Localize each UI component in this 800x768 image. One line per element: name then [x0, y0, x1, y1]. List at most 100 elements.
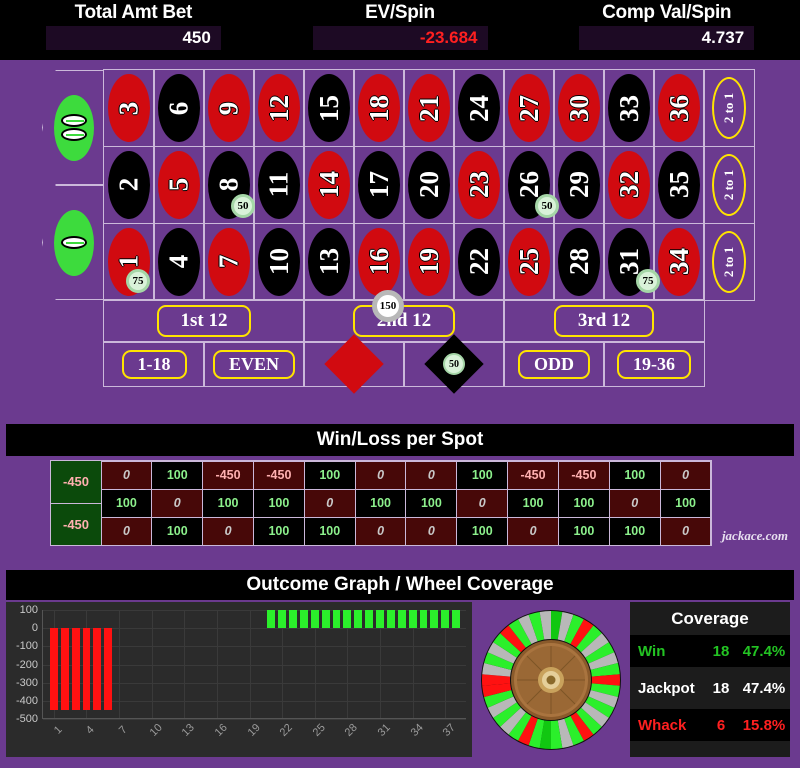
- win-loss-cell-00: -450: [51, 461, 101, 504]
- coverage-table: Coverage Win 18 47.4% Jackpot 18 47.4% W…: [630, 602, 790, 757]
- number-label: 4: [163, 254, 194, 269]
- outcome-graph-panel: Outcome Graph / Wheel Coverage 100 0 -100 -…: [6, 570, 794, 762]
- bet-spot-24[interactable]: 24: [453, 69, 505, 148]
- bet-spot-27[interactable]: 27: [503, 69, 555, 148]
- bet-spot-6[interactable]: 6: [153, 69, 205, 148]
- bet-spot-2nd-12[interactable]: 2nd 12: [303, 299, 505, 343]
- bet-spot-7[interactable]: 7: [203, 222, 255, 301]
- column-bet-label: 2 to 1: [721, 169, 736, 201]
- gridline: [216, 610, 218, 718]
- win-loss-cell: 100: [303, 516, 356, 546]
- number-label: 20: [413, 171, 444, 199]
- zero-glyph-icon: [60, 128, 87, 141]
- coverage-pct: 15.8%: [742, 716, 786, 734]
- bet-spot-00[interactable]: [42, 70, 104, 185]
- chip-75[interactable]: 75: [126, 269, 150, 293]
- bet-spot-20[interactable]: 20: [403, 145, 455, 225]
- bet-spot-12[interactable]: 12: [253, 69, 305, 148]
- number-oval: 30: [558, 74, 600, 143]
- x-axis-tick: 25: [310, 721, 328, 739]
- bet-spot-1st-12[interactable]: 1st 12: [103, 299, 305, 343]
- bet-spot-21[interactable]: 21: [403, 69, 455, 148]
- bet-spot-column-top[interactable]: 2 to 1: [703, 69, 755, 148]
- bet-spot-5[interactable]: 5: [153, 145, 205, 225]
- number-label: 35: [663, 171, 694, 199]
- bet-spot-16[interactable]: 16: [353, 222, 405, 301]
- bet-spot-36[interactable]: 36: [653, 69, 705, 148]
- number-label: 27: [513, 94, 544, 122]
- bet-spot-14[interactable]: 14: [303, 145, 355, 225]
- bet-spot-11[interactable]: 11: [253, 145, 305, 225]
- bet-spot-30[interactable]: 30: [553, 69, 605, 148]
- bet-spot-high[interactable]: 19-36: [603, 341, 705, 387]
- bet-spot-column-middle[interactable]: 2 to 1: [703, 145, 755, 225]
- bet-spot-29[interactable]: 29: [553, 145, 605, 225]
- black-diamond-icon: 50: [424, 334, 484, 394]
- chart-bar: [354, 610, 363, 629]
- watermark: jackace.com: [721, 528, 788, 543]
- chip-50[interactable]: 50: [231, 194, 255, 218]
- bet-spot-33[interactable]: 33: [603, 69, 655, 148]
- chart-bar: [397, 610, 406, 629]
- chart-bar: [300, 610, 308, 629]
- bet-spot-32[interactable]: 32: [603, 145, 655, 225]
- win-loss-cell: 0: [100, 460, 153, 490]
- win-loss-cell: 0: [608, 488, 661, 518]
- bet-spot-red[interactable]: [303, 334, 405, 394]
- y-axis-tick: -500: [15, 713, 38, 725]
- bet-spot-2[interactable]: 2: [103, 145, 155, 225]
- chip-on-black[interactable]: 50: [443, 353, 465, 375]
- number-oval: 36: [658, 74, 700, 143]
- number-oval: 5: [158, 150, 200, 219]
- bet-spot-17[interactable]: 17: [353, 145, 405, 225]
- win-loss-cell: 0: [507, 516, 559, 546]
- bet-spot-19[interactable]: 19: [403, 222, 455, 301]
- gridline: [184, 610, 186, 718]
- even-label: EVEN: [212, 349, 295, 379]
- bet-spot-3rd-12[interactable]: 3rd 12: [503, 299, 705, 343]
- number-oval: 17: [358, 150, 400, 219]
- chip-50[interactable]: 50: [535, 194, 559, 218]
- bet-spot-0[interactable]: [42, 185, 104, 300]
- bet-spot-22[interactable]: 22: [453, 222, 505, 301]
- win-loss-title: Win/Loss per Spot: [6, 424, 794, 456]
- number-label: 14: [313, 171, 344, 199]
- number-oval: 9: [208, 74, 250, 143]
- number-oval: 32: [608, 150, 650, 219]
- bet-spot-10[interactable]: 10: [253, 222, 305, 301]
- coverage-count: 18: [712, 679, 730, 697]
- bet-spot-column-bottom[interactable]: 2 to 1: [703, 222, 755, 301]
- win-loss-cell: 0: [405, 460, 458, 490]
- number-oval: 35: [658, 150, 700, 219]
- bet-spot-3[interactable]: 3: [103, 69, 155, 148]
- bet-spot-28[interactable]: 28: [553, 222, 605, 301]
- chip-150[interactable]: 150: [372, 290, 404, 322]
- number-label: 23: [463, 171, 494, 199]
- bet-spot-even[interactable]: EVEN: [203, 341, 305, 387]
- bet-spot-13[interactable]: 13: [303, 222, 355, 301]
- y-axis-tick: 0: [31, 622, 38, 635]
- bet-spot-18[interactable]: 18: [353, 69, 405, 148]
- bet-spot-15[interactable]: 15: [303, 69, 355, 148]
- bet-spot-23[interactable]: 23: [453, 145, 505, 225]
- bet-spot-34[interactable]: 34: [653, 222, 705, 301]
- bet-spot-low[interactable]: 1-18: [103, 341, 205, 387]
- number-oval: 29: [558, 150, 600, 219]
- chart-bar: [321, 610, 330, 629]
- number-label: 36: [663, 94, 694, 122]
- stat-value: -23.684: [312, 26, 488, 50]
- bet-spot-4[interactable]: 4: [153, 222, 205, 301]
- chart-bar: [60, 628, 69, 710]
- bet-spot-black[interactable]: 50: [403, 334, 505, 394]
- single-zero-oval: [53, 209, 94, 276]
- zero-glyph-icon: [60, 114, 87, 127]
- bet-spot-odd[interactable]: ODD: [503, 341, 605, 387]
- chip-75[interactable]: 75: [636, 269, 660, 293]
- number-label: 11: [263, 172, 294, 198]
- bet-spot-25[interactable]: 25: [503, 222, 555, 301]
- zero-glyph-icon: [60, 236, 87, 249]
- bet-spot-35[interactable]: 35: [653, 145, 705, 225]
- x-axis-tick: 28: [343, 721, 361, 739]
- bet-spot-9[interactable]: 9: [203, 69, 255, 148]
- dozen-bets: 1st 12 2nd 12 3rd 12: [103, 299, 705, 343]
